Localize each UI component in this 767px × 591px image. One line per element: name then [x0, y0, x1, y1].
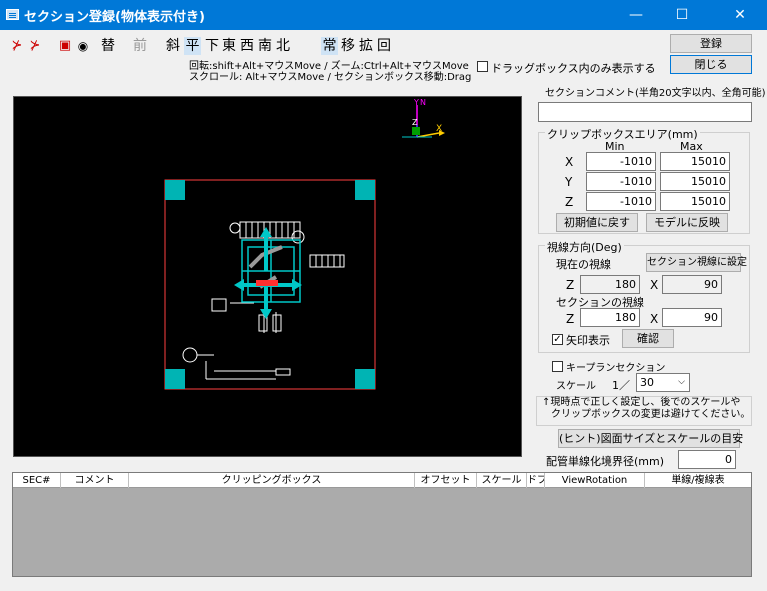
clip-x-min-input[interactable]: -1010 — [586, 152, 656, 171]
view-south-button[interactable]: 南 — [257, 37, 273, 55]
current-x-label: X — [650, 278, 659, 292]
section-handle-tr[interactable] — [355, 180, 375, 200]
section-handle-bl[interactable] — [165, 369, 185, 389]
col-sec[interactable]: SEC# — [13, 473, 61, 488]
window-title: セクション登録(物体表示付き) — [24, 10, 205, 25]
section-x-label: X — [650, 312, 659, 326]
current-view-label: 現在の視線 — [556, 258, 611, 271]
section-z-input[interactable]: 180 — [580, 308, 640, 327]
section-list-header: SEC# コメント クリッピングボックス オフセット スケール ドブ ViewR… — [13, 473, 751, 488]
hint-size-button[interactable]: (ヒント)図面サイズとスケールの目安 — [558, 429, 743, 448]
mode-zoom-button[interactable]: 拡 — [358, 37, 374, 55]
close-window-button[interactable]: ✕ — [713, 0, 767, 30]
view-bottom-button[interactable]: 下 — [204, 37, 220, 55]
clip-z-max-input[interactable]: 15010 — [660, 192, 730, 211]
section-comment-label: セクションコメント(半角20文字以内、全角可能) — [545, 88, 766, 99]
view-plan-button[interactable]: 平 — [184, 37, 201, 55]
col-comment[interactable]: コメント — [61, 473, 129, 488]
model-drawing: Y N Z X — [164, 98, 445, 390]
clip-y-max-input[interactable]: 15010 — [660, 172, 730, 191]
clip-y-min-input[interactable]: -1010 — [586, 172, 656, 191]
section-handle-tl[interactable] — [165, 180, 185, 200]
section-x-input[interactable]: 90 — [662, 308, 722, 327]
view-oblique-button[interactable]: 斜 — [165, 37, 181, 55]
plant-model — [182, 221, 345, 380]
register-button[interactable]: 登録 — [670, 34, 752, 53]
axis-n-label: N — [420, 98, 426, 107]
col-line-type[interactable]: 単線/複線表 — [645, 473, 751, 488]
note-line-2: クリップボックスの変更は避けてください。 — [551, 409, 751, 420]
scale-label: スケール — [556, 381, 596, 392]
pipe-single-input[interactable]: 0 — [678, 450, 736, 469]
apply-model-button[interactable]: モデルに反映 — [646, 213, 728, 232]
view-west-button[interactable]: 西 — [239, 37, 255, 55]
section-z-label: Z — [566, 312, 575, 326]
zoom-out-icon[interactable]: ⊁ — [27, 37, 43, 55]
chevron-down-icon: ⌵ — [678, 377, 685, 387]
current-z-input: 180 — [580, 275, 640, 294]
confirm-button[interactable]: 確認 — [622, 329, 674, 348]
minimize-button[interactable]: — — [613, 0, 659, 30]
pipe-single-label: 配管単線化境界径(mm) — [546, 455, 665, 468]
zoom-in-icon[interactable]: ⊁ — [9, 37, 25, 55]
view-switch-button[interactable]: 替 — [100, 37, 116, 55]
reset-button[interactable]: 初期値に戻す — [556, 213, 638, 232]
arrow-display-checkbox[interactable]: ✓ — [552, 334, 563, 345]
col-view-rotation[interactable]: ViewRotation — [545, 473, 645, 488]
col-clipping-box[interactable]: クリッピングボックス — [129, 473, 415, 488]
axis-x-label: X — [436, 124, 442, 134]
mode-rotate-button[interactable]: 回 — [376, 37, 392, 55]
drag-only-checkbox[interactable] — [477, 61, 488, 72]
clip-y-label: Y — [565, 175, 573, 189]
maximize-button[interactable]: ☐ — [659, 0, 705, 30]
model-viewport[interactable]: Y N Z X — [13, 96, 522, 457]
clip-x-label: X — [565, 155, 574, 169]
view-north-button[interactable]: 北 — [275, 37, 291, 55]
direction-arrows — [234, 227, 302, 319]
axis-y-label: Y — [413, 98, 419, 107]
hint-line-1: 回転:shift+Alt+マウスMove / ズーム:Ctrl+Alt+マウスM… — [189, 61, 469, 72]
col-dobu[interactable]: ドブ — [527, 473, 545, 488]
mode-normal-button[interactable]: 常 — [321, 37, 338, 55]
section-marker — [256, 280, 278, 286]
keyplan-checkbox[interactable] — [552, 361, 563, 372]
title-bar: セクション登録(物体表示付き) — ☐ ✕ — [0, 0, 767, 30]
axis-gizmo: Y N Z X — [402, 98, 445, 138]
view-east-button[interactable]: 東 — [221, 37, 237, 55]
view-front-button[interactable]: 前 — [132, 37, 148, 55]
scale-value: 30 — [640, 376, 654, 389]
scale-select[interactable]: 30 ⌵ — [636, 373, 690, 392]
eye-icon[interactable]: ◉ — [75, 37, 91, 55]
axis-z-label: Z — [412, 118, 418, 127]
col-scale[interactable]: スケール — [477, 473, 527, 488]
operation-hints: 回転:shift+Alt+マウスMove / ズーム:Ctrl+Alt+マウスM… — [189, 61, 471, 83]
section-comment-input[interactable] — [538, 102, 752, 122]
view-direction-title: 視線方向(Deg) — [545, 239, 624, 255]
drag-only-label: ドラッグボックス内のみ表示する — [491, 62, 656, 75]
hint-line-2: スクロール: Alt+マウスMove / セクションボックス移動:Drag — [189, 72, 472, 83]
clip-z-label: Z — [565, 195, 574, 209]
display-mode-icon[interactable]: ▣ — [57, 37, 73, 55]
section-handle-br[interactable] — [355, 369, 375, 389]
scale-prefix: 1／ — [612, 379, 630, 392]
clip-z-min-input[interactable]: -1010 — [586, 192, 656, 211]
app-icon — [6, 9, 19, 20]
note-line-1: ↑現時点で正しく設定し、後でのスケールや — [542, 397, 741, 408]
current-x-input: 90 — [662, 275, 722, 294]
arrow-display-label: 矢印表示 — [566, 334, 610, 347]
keyplan-label: キープランセクション — [566, 363, 666, 374]
clip-x-max-input[interactable]: 15010 — [660, 152, 730, 171]
mode-move-button[interactable]: 移 — [340, 37, 356, 55]
close-button[interactable]: 閉じる — [670, 55, 752, 74]
col-offset[interactable]: オフセット — [415, 473, 477, 488]
section-list[interactable]: SEC# コメント クリッピングボックス オフセット スケール ドブ ViewR… — [12, 472, 752, 577]
set-section-view-button[interactable]: セクション視線に設定 — [646, 253, 747, 272]
current-z-label: Z — [566, 278, 575, 292]
